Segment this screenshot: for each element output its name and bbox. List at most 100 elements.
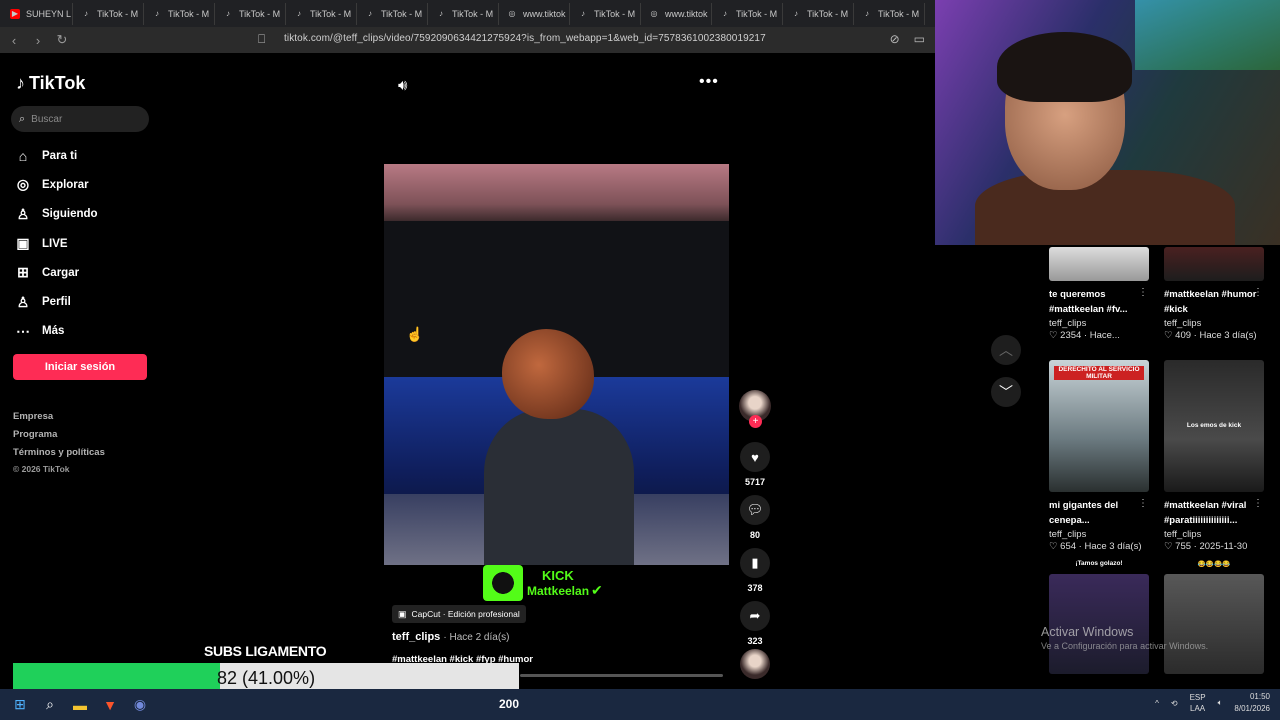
related-video-user[interactable]: teff_clips xyxy=(1164,529,1269,540)
network-icon[interactable]: ⟲ xyxy=(1171,699,1178,708)
taskbar-counter: 200 xyxy=(499,697,520,711)
heart-icon: ♡ xyxy=(1049,541,1061,552)
reload-icon[interactable]: ↻ xyxy=(52,32,72,48)
footer-link-empresa[interactable]: Empresa xyxy=(13,408,105,426)
browser-tab[interactable]: ◎www.tiktok× xyxy=(645,2,712,25)
tray-chevron-icon[interactable]: ^ xyxy=(1155,699,1159,708)
related-video-title[interactable]: mi gigantes del cenepa... xyxy=(1049,498,1144,528)
forward-icon[interactable]: › xyxy=(28,33,48,48)
sidebar-item-label: LIVE xyxy=(42,237,68,250)
start-icon[interactable]: ⊞ xyxy=(6,691,34,719)
video-thumbnail[interactable]: 😂😂😂😂 xyxy=(1164,561,1264,674)
browser-tab[interactable]: ▶SUHEYN L× xyxy=(6,2,73,25)
video-progress[interactable] xyxy=(520,674,723,677)
related-video-title[interactable]: #mattkeelan #viral #paratiiiiiiiiiiiiii.… xyxy=(1164,498,1259,528)
kick-logo-text: KICK xyxy=(542,567,574,583)
url-field[interactable]: tiktok.com/@teff_clips/video/75920906344… xyxy=(284,33,766,44)
video-thumbnail[interactable]: ¡Tamos golazo! xyxy=(1049,560,1149,674)
sidebar-item-m-s[interactable]: ⋯ Más xyxy=(14,317,98,346)
card-more-icon[interactable]: ⋮ xyxy=(1138,498,1148,509)
brave-browser-icon[interactable]: ▼ xyxy=(96,691,124,719)
watermark-title: Activar Windows xyxy=(1041,625,1134,639)
footer-link-programa[interactable]: Programa xyxy=(13,426,105,444)
card-more-icon[interactable]: ⋮ xyxy=(1138,287,1148,298)
youtube-icon: ▶ xyxy=(10,8,20,19)
volume-icon[interactable]: 🔊︎ xyxy=(398,77,407,94)
like-icon[interactable]: ♥ xyxy=(740,442,770,472)
tiktok-logo[interactable]: ♪ TikTok xyxy=(16,73,85,94)
cast-icon[interactable]: ▭ xyxy=(914,32,925,46)
footer-link-terminos[interactable]: Términos y políticas xyxy=(13,444,105,462)
following-icon: ♙ xyxy=(16,205,30,222)
more-options-icon[interactable]: ••• xyxy=(699,73,719,91)
search-box[interactable]: ⌕ xyxy=(11,106,149,132)
like-count: 5717 xyxy=(744,477,766,487)
card-more-icon[interactable]: ⋮ xyxy=(1253,498,1263,509)
related-video-title[interactable]: #mattkeelan #humor #kick xyxy=(1164,287,1259,317)
browser-tab[interactable]: ♪TikTok - M× xyxy=(432,2,499,25)
video-thumbnail[interactable]: Los emos de kick xyxy=(1164,360,1264,492)
browser-tab[interactable]: ♪TikTok - M× xyxy=(716,2,783,25)
sidebar-item-label: Cargar xyxy=(42,266,80,279)
volume-tray-icon[interactable]: 🔈︎ xyxy=(1218,698,1223,708)
back-icon[interactable]: ‹ xyxy=(4,33,24,48)
video-thumbnail[interactable] xyxy=(1049,247,1149,281)
thumbnail-caption: 😂😂😂😂 xyxy=(1197,561,1231,568)
sidebar-item-para-ti[interactable]: ⌂ Para ti xyxy=(14,141,98,170)
browser-tab[interactable]: ◎www.tiktok× xyxy=(503,2,570,25)
file-explorer-icon[interactable]: ▬ xyxy=(66,691,94,719)
browser-tab[interactable]: ♪TikTok - M× xyxy=(787,2,854,25)
related-video-card[interactable]: #mattkeelan #humor #kick ⋮ teff_clips ♡ 409… xyxy=(1164,247,1269,341)
sidebar-item-cargar[interactable]: ⊞ Cargar xyxy=(14,258,98,287)
browser-tab[interactable]: ♪TikTok - M× xyxy=(361,2,428,25)
related-video-card[interactable]: te queremos #mattkeelan #fv... ⋮ teff_clip… xyxy=(1049,247,1154,341)
browser-tab[interactable]: ♪TikTok - M× xyxy=(219,2,286,25)
bookmark-icon[interactable]: ⎕ xyxy=(258,32,265,47)
discord-icon[interactable]: ◉ xyxy=(126,691,154,719)
related-video-title[interactable]: te queremos #mattkeelan #fv... xyxy=(1049,287,1144,317)
tracking-off-icon[interactable]: ⊘ xyxy=(890,32,900,46)
related-video-card[interactable]: DERECHITO AL SERVICIO MILITAR mi gigantes… xyxy=(1049,360,1154,552)
related-video-card[interactable]: Los emos de kick #mattkeelan #viral #para… xyxy=(1164,360,1269,552)
bookmark-icon[interactable]: ▮ xyxy=(740,548,770,578)
related-video-stats: ♡ 409 · Hace 3 día(s) xyxy=(1164,330,1269,341)
scroll-up-icon[interactable]: ︿ xyxy=(991,335,1021,365)
browser-tab[interactable]: ♪TikTok - M× xyxy=(858,2,925,25)
related-video-user[interactable]: teff_clips xyxy=(1049,318,1154,329)
language-indicator[interactable]: ESP LAA xyxy=(1190,692,1206,714)
capcut-tag[interactable]: ▣ CapCut · Edición profesional xyxy=(392,605,526,623)
clock[interactable]: 01:50 8/01/2026 xyxy=(1234,691,1270,715)
login-button[interactable]: Iniciar sesión xyxy=(13,354,147,380)
related-video-user[interactable]: teff_clips xyxy=(1164,318,1269,329)
tab-label: TikTok - M xyxy=(239,8,281,19)
share-icon[interactable]: ➦ xyxy=(740,601,770,631)
video-player[interactable] xyxy=(384,164,729,565)
sidebar-item-label: Más xyxy=(42,325,65,338)
video-person-hair xyxy=(502,329,594,419)
thumbnail-caption: ¡Tamos golazo! xyxy=(1075,560,1123,567)
related-video-card[interactable]: ¡Tamos golazo! xyxy=(1049,560,1154,674)
taskbar-search-icon[interactable]: ⌕ xyxy=(36,691,64,719)
comment-icon[interactable]: 💬︎ xyxy=(740,495,770,525)
author-avatar[interactable]: + xyxy=(739,390,771,428)
related-video-user[interactable]: teff_clips xyxy=(1049,529,1154,540)
browser-tab[interactable]: ♪TikTok - M× xyxy=(574,2,641,25)
follow-plus-icon[interactable]: + xyxy=(749,415,762,428)
video-thumbnail[interactable]: DERECHITO AL SERVICIO MILITAR xyxy=(1049,360,1149,492)
sidebar-item-siguiendo[interactable]: ♙ Siguiendo xyxy=(14,200,98,229)
clock-time: 01:50 xyxy=(1249,692,1270,701)
sidebar-item-explorar[interactable]: ◎ Explorar xyxy=(14,170,98,199)
next-author-avatar[interactable] xyxy=(740,649,770,679)
author-name[interactable]: teff_clips xyxy=(392,631,440,643)
webcam-overlay xyxy=(935,0,1280,245)
sidebar-item-perfil[interactable]: ♙ Perfil xyxy=(14,287,98,316)
search-input[interactable] xyxy=(31,113,132,125)
sidebar-item-live[interactable]: ▣ LIVE xyxy=(14,229,98,258)
video-thumbnail[interactable] xyxy=(1164,247,1264,281)
scroll-down-icon[interactable]: ﹀ xyxy=(991,377,1021,407)
related-video-card[interactable]: 😂😂😂😂 xyxy=(1164,561,1269,674)
browser-tab[interactable]: ♪TikTok - M× xyxy=(148,2,215,25)
browser-tab[interactable]: ♪TikTok - M× xyxy=(77,2,144,25)
browser-tab[interactable]: ♪TikTok - M× xyxy=(290,2,357,25)
card-more-icon[interactable]: ⋮ xyxy=(1253,287,1263,298)
